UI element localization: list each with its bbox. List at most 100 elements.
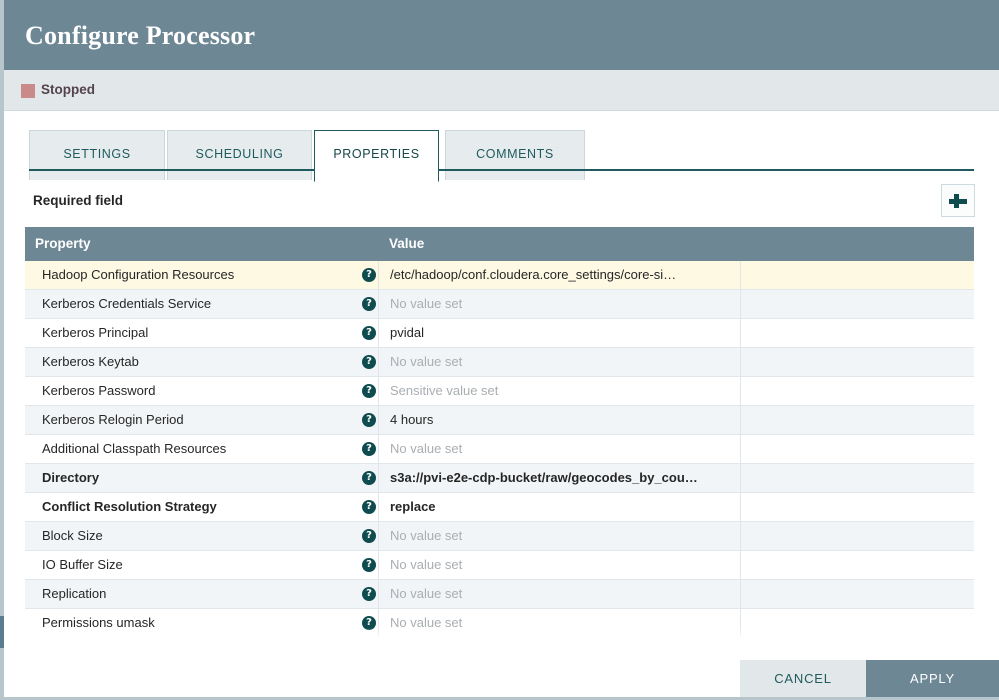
property-name: Kerberos Password bbox=[42, 377, 155, 405]
help-circle-icon[interactable]: ? bbox=[362, 384, 376, 398]
cell-value[interactable]: No value set bbox=[380, 522, 741, 550]
cell-property: IO Buffer Size? bbox=[25, 551, 379, 579]
table-row[interactable]: Kerberos Password? Sensitive value set bbox=[25, 377, 974, 406]
property-value: No value set bbox=[390, 348, 735, 376]
property-name: Kerberos Credentials Service bbox=[42, 290, 211, 318]
cell-actions[interactable] bbox=[742, 493, 974, 521]
property-value: No value set bbox=[390, 551, 735, 579]
cell-property: Permissions umask? bbox=[25, 609, 379, 637]
cell-actions[interactable] bbox=[742, 348, 974, 376]
tab-settings[interactable]: SETTINGS bbox=[29, 130, 165, 180]
help-circle-icon[interactable]: ? bbox=[362, 355, 376, 369]
help-circle-icon[interactable]: ? bbox=[362, 587, 376, 601]
cell-value[interactable]: replace bbox=[380, 493, 741, 521]
cell-value[interactable]: No value set bbox=[380, 580, 741, 608]
cell-property: Additional Classpath Resources? bbox=[25, 435, 379, 463]
property-name: Block Size bbox=[42, 522, 103, 550]
property-name: Kerberos Principal bbox=[42, 319, 148, 347]
table-row[interactable]: Kerberos Keytab? No value set bbox=[25, 348, 974, 377]
cell-property: Conflict Resolution Strategy? bbox=[25, 493, 379, 521]
table-row[interactable]: Conflict Resolution Strategy? replace bbox=[25, 493, 974, 522]
table-row[interactable]: Kerberos Relogin Period? 4 hours bbox=[25, 406, 974, 435]
cell-value[interactable]: No value set bbox=[380, 551, 741, 579]
property-name: Conflict Resolution Strategy bbox=[42, 493, 217, 521]
add-property-button[interactable] bbox=[941, 184, 975, 217]
help-circle-icon[interactable]: ? bbox=[362, 326, 376, 340]
property-name: Additional Classpath Resources bbox=[42, 435, 226, 463]
cell-actions[interactable] bbox=[742, 290, 974, 318]
property-value: replace bbox=[390, 493, 735, 521]
cell-actions[interactable] bbox=[742, 609, 974, 637]
table-row[interactable]: Kerberos Credentials Service? No value se… bbox=[25, 290, 974, 319]
table-row[interactable]: Directory?s3a://pvi-e2e-cdp-bucket/raw/g… bbox=[25, 464, 974, 493]
help-circle-icon[interactable]: ? bbox=[362, 616, 376, 630]
cell-value[interactable]: No value set bbox=[380, 290, 741, 318]
cell-actions[interactable] bbox=[742, 580, 974, 608]
cell-value[interactable]: Sensitive value set bbox=[380, 377, 741, 405]
cell-actions[interactable] bbox=[742, 551, 974, 579]
table-body: Hadoop Configuration Resources?/etc/hado… bbox=[25, 261, 974, 637]
cell-actions[interactable] bbox=[742, 319, 974, 347]
property-value: No value set bbox=[390, 435, 735, 463]
cell-actions[interactable] bbox=[742, 435, 974, 463]
cell-value[interactable]: 4 hours bbox=[380, 406, 741, 434]
property-value: s3a://pvi-e2e-cdp-bucket/raw/geocodes_by… bbox=[390, 464, 735, 492]
cell-property: Kerberos Keytab? bbox=[25, 348, 379, 376]
table-row[interactable]: Hadoop Configuration Resources?/etc/hado… bbox=[25, 261, 974, 290]
property-value: No value set bbox=[390, 290, 735, 318]
cell-value[interactable]: s3a://pvi-e2e-cdp-bucket/raw/geocodes_by… bbox=[380, 464, 741, 492]
tab-underline bbox=[29, 169, 974, 171]
cell-property: Kerberos Relogin Period? bbox=[25, 406, 379, 434]
help-circle-icon[interactable]: ? bbox=[362, 471, 376, 485]
properties-table: Property Value Hadoop Configuration Reso… bbox=[25, 227, 974, 637]
tab-comments[interactable]: COMMENTS bbox=[445, 130, 585, 180]
help-circle-icon[interactable]: ? bbox=[362, 500, 376, 514]
help-circle-icon[interactable]: ? bbox=[362, 413, 376, 427]
tab-properties[interactable]: PROPERTIES bbox=[314, 130, 439, 182]
help-circle-icon[interactable]: ? bbox=[362, 529, 376, 543]
help-circle-icon[interactable]: ? bbox=[362, 268, 376, 282]
table-row[interactable]: Additional Classpath Resources? No value … bbox=[25, 435, 974, 464]
cell-actions[interactable] bbox=[742, 464, 974, 492]
dialog-title: Configure Processor bbox=[25, 21, 255, 51]
table-header-row: Property Value bbox=[25, 227, 974, 261]
help-circle-icon[interactable]: ? bbox=[362, 442, 376, 456]
table-row[interactable]: IO Buffer Size? No value set bbox=[25, 551, 974, 580]
property-value: Sensitive value set bbox=[390, 377, 735, 405]
table-row[interactable]: Permissions umask?No value set bbox=[25, 609, 974, 637]
cell-property: Kerberos Password? bbox=[25, 377, 379, 405]
property-value: pvidal bbox=[390, 319, 735, 347]
cell-actions[interactable] bbox=[742, 377, 974, 405]
cell-value[interactable]: /etc/hadoop/conf.cloudera.core_settings/… bbox=[380, 261, 741, 289]
column-header-property: Property bbox=[35, 227, 91, 261]
table-row[interactable]: Kerberos Principal? pvidal bbox=[25, 319, 974, 348]
screen-root: Configure Processor Stopped SETTINGS SCH… bbox=[0, 0, 999, 700]
help-circle-icon[interactable]: ? bbox=[362, 297, 376, 311]
cell-value[interactable]: No value set bbox=[380, 609, 741, 637]
processor-status-bar: Stopped bbox=[4, 70, 999, 111]
cell-property: Replication? bbox=[25, 580, 379, 608]
apply-button[interactable]: APPLY bbox=[866, 660, 999, 697]
tab-scheduling[interactable]: SCHEDULING bbox=[167, 130, 312, 180]
property-value: No value set bbox=[390, 580, 735, 608]
cell-actions[interactable] bbox=[742, 406, 974, 434]
cancel-button[interactable]: CANCEL bbox=[740, 660, 866, 697]
cell-actions[interactable] bbox=[742, 522, 974, 550]
cell-value[interactable]: No value set bbox=[380, 348, 741, 376]
required-field-label: Required field bbox=[33, 193, 123, 208]
table-row[interactable]: Block Size? No value set bbox=[25, 522, 974, 551]
table-row[interactable]: Replication? No value set bbox=[25, 580, 974, 609]
stopped-square-icon bbox=[21, 84, 35, 98]
cell-property: Kerberos Principal? bbox=[25, 319, 379, 347]
status-badge: Stopped bbox=[41, 82, 95, 97]
property-name: Permissions umask bbox=[42, 609, 155, 637]
property-name: IO Buffer Size bbox=[42, 551, 123, 579]
cell-property: Kerberos Credentials Service? bbox=[25, 290, 379, 318]
cell-value[interactable]: pvidal bbox=[380, 319, 741, 347]
cell-property: Hadoop Configuration Resources? bbox=[25, 261, 379, 289]
property-value: 4 hours bbox=[390, 406, 735, 434]
cell-actions[interactable] bbox=[742, 261, 974, 289]
dialog-header: Configure Processor bbox=[4, 0, 999, 70]
help-circle-icon[interactable]: ? bbox=[362, 558, 376, 572]
cell-value[interactable]: No value set bbox=[380, 435, 741, 463]
